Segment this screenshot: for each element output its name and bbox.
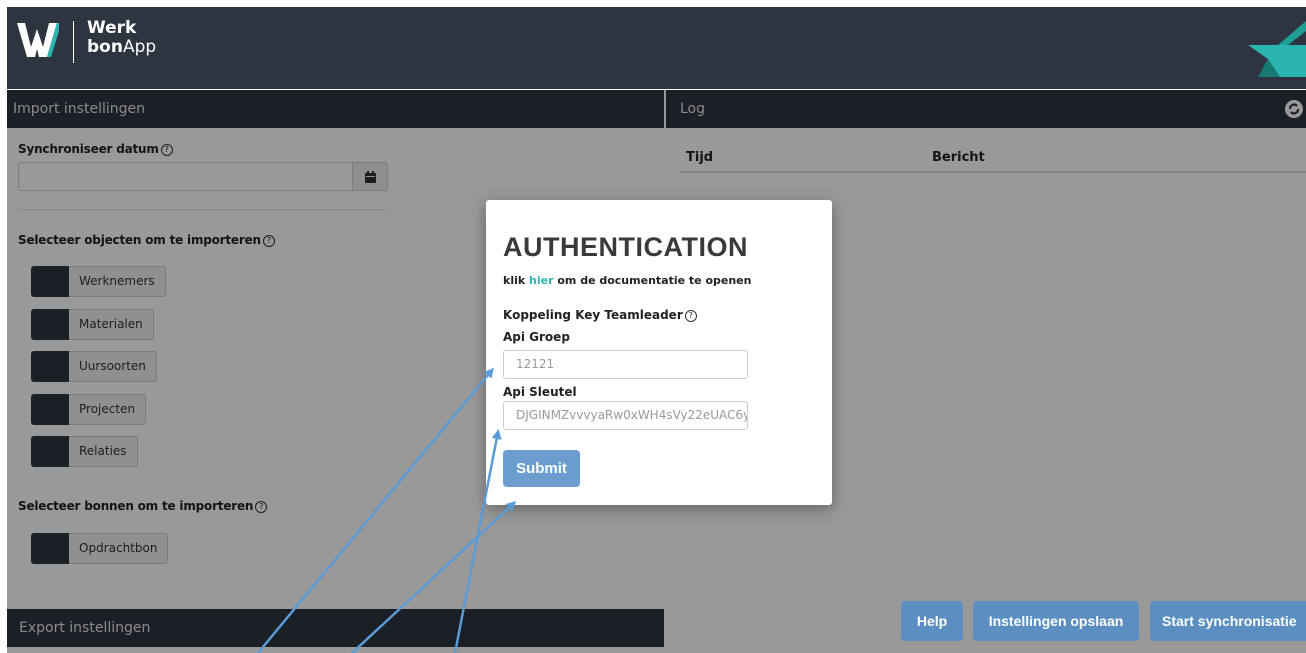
api-group-input[interactable]: 12121	[503, 350, 748, 379]
werkbonapp-logo-icon	[17, 23, 59, 57]
modal-title: AUTHENTICATION	[503, 232, 748, 262]
api-key-label: Api Sleutel	[503, 385, 577, 399]
app-header: Werk bonApp	[7, 7, 1306, 89]
logo-separator	[73, 21, 74, 63]
start-sync-button[interactable]: Start synchronisatie	[1150, 601, 1306, 641]
api-group-label: Api Groep	[503, 330, 570, 344]
documentation-link[interactable]: hier	[529, 274, 554, 287]
documentation-line: klik hier om de documentatie te openen	[503, 274, 752, 287]
save-settings-button[interactable]: Instellingen opslaan	[973, 601, 1139, 641]
submit-button[interactable]: Submit	[503, 450, 580, 487]
app-name: Werk bonApp	[87, 18, 157, 57]
key-teamleader-label: Koppeling Key Teamleader?	[503, 308, 697, 322]
api-key-input[interactable]: DJGINMZvvvyaRw0xWH4sVy22eUAC6y	[503, 401, 748, 430]
help-button[interactable]: Help	[901, 601, 963, 641]
authentication-modal: AUTHENTICATION klik hier om de documenta…	[486, 200, 832, 505]
help-icon[interactable]: ?	[684, 309, 697, 322]
brand-logo-icon	[1218, 21, 1306, 77]
